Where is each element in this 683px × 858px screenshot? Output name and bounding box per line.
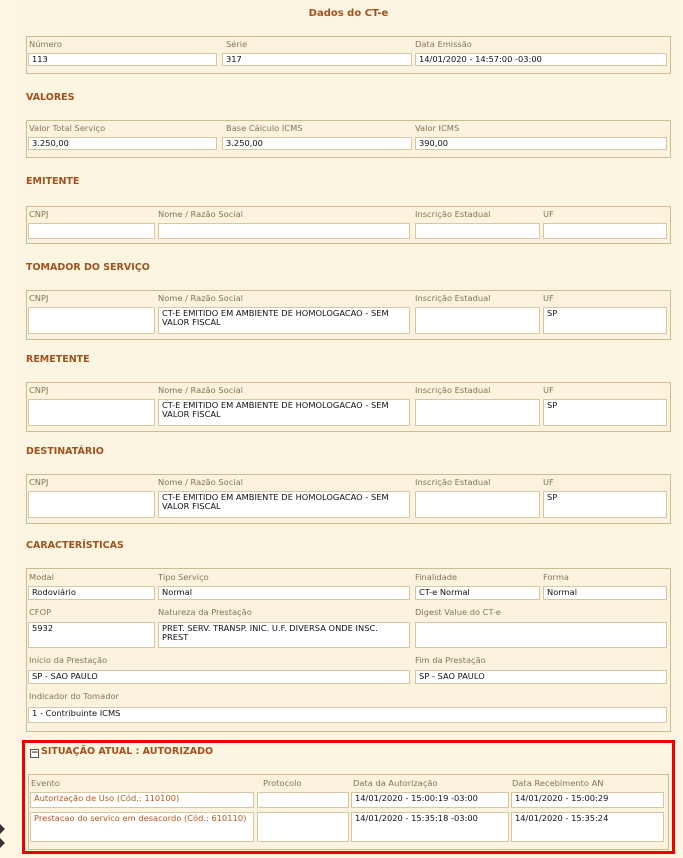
page-title: Dados do CT-e (308, 8, 389, 19)
header-ie: Inscrição Estadual (415, 209, 491, 219)
indicador-tomador-value: 1 - Contribuinte ICMS (28, 707, 667, 723)
evento-link[interactable]: Prestacao do servico em desacordo (Cód.:… (30, 812, 254, 842)
situacao-title-text: SITUAÇÃO ATUAL : AUTORIZADO (41, 746, 214, 757)
header-fim-prestacao: Fim da Prestação (415, 655, 486, 665)
header-evento: Evento (31, 778, 60, 788)
header-data-emissao: Data Emissão (415, 39, 472, 49)
tomador-nome-value: CT-E EMITIDO EM AMBIENTE DE HOMOLOGACAO … (158, 307, 410, 334)
situacao-table: Evento Protocolo Data da Autorização Dat… (28, 774, 669, 850)
emitente-table: CNPJ Nome / Razão Social Inscrição Estad… (26, 206, 671, 244)
header-modal: Modal (29, 572, 54, 582)
header-serie: Série (226, 39, 248, 49)
valor-total-value: 3.250,00 (28, 137, 217, 150)
header-base-calculo: Base Cálculo ICMS (226, 123, 303, 133)
header-digest: Digest Value do CT-e (415, 607, 501, 617)
tomador-uf-value: SP (543, 307, 667, 334)
header-cnpj: CNPJ (29, 293, 49, 303)
section-title-situacao: − SITUAÇÃO ATUAL : AUTORIZADO (30, 746, 213, 758)
remetente-table: CNPJ Nome / Razão Social Inscrição Estad… (26, 382, 671, 432)
expand-arrow-icon[interactable] (0, 838, 5, 848)
header-nome: Nome / Razão Social (158, 293, 243, 303)
valores-table: Valor Total Serviço Base Cálculo ICMS Va… (26, 120, 671, 158)
remetente-uf-value: SP (543, 399, 667, 426)
header-data-recebimento: Data Recebimento AN (512, 778, 604, 788)
section-title-tomador: TOMADOR DO SERVIÇO (26, 262, 150, 273)
forma-value: Normal (543, 586, 667, 600)
doc-info-table: Número Série Data Emissão 113 317 14/01/… (26, 36, 671, 74)
valor-icms-value: 390,00 (415, 137, 667, 150)
header-data-autorizacao: Data da Autorização (353, 778, 438, 788)
remetente-ie-value (415, 399, 540, 426)
data-emissao-value: 14/01/2020 - 14:57:00 -03:00 (415, 53, 667, 66)
header-nome: Nome / Razão Social (158, 209, 243, 219)
header-natureza: Natureza da Prestação (158, 607, 252, 617)
finalidade-value: CT-e Normal (415, 586, 540, 600)
destinatario-table: CNPJ Nome / Razão Social Inscrição Estad… (26, 474, 671, 524)
header-cfop: CFOP (29, 607, 52, 617)
destinatario-cnpj-value (28, 491, 155, 518)
fim-prestacao-value: SP - SAO PAULO (415, 670, 667, 684)
tipo-servico-value: Normal (158, 586, 410, 600)
section-title-emitente: EMITENTE (26, 176, 80, 187)
header-nome: Nome / Razão Social (158, 385, 243, 395)
header-ie: Inscrição Estadual (415, 477, 491, 487)
header-forma: Forma (543, 572, 569, 582)
header-finalidade: Finalidade (415, 572, 458, 582)
header-cnpj: CNPJ (29, 385, 49, 395)
remetente-cnpj-value (28, 399, 155, 426)
inicio-prestacao-value: SP - SAO PAULO (28, 670, 410, 684)
emitente-nome-value (158, 223, 410, 239)
remetente-nome-value: CT-E EMITIDO EM AMBIENTE DE HOMOLOGACAO … (158, 399, 410, 426)
tomador-cnpj-value (28, 307, 155, 334)
destinatario-nome-value: CT-E EMITIDO EM AMBIENTE DE HOMOLOGACAO … (158, 491, 410, 518)
emitente-cnpj-value (28, 223, 155, 239)
header-numero: Número (29, 39, 62, 49)
header-uf: UF (543, 209, 554, 219)
header-valor-total: Valor Total Serviço (29, 123, 106, 133)
caracteristicas-table: Modal Tipo Serviço Finalidade Forma Rodo… (26, 568, 671, 732)
digest-value (415, 622, 667, 648)
header-tipo-servico: Tipo Serviço (158, 572, 209, 582)
serie-value: 317 (222, 53, 412, 66)
header-cnpj: CNPJ (29, 209, 49, 219)
protocolo-value (257, 792, 349, 808)
section-title-valores: VALORES (26, 92, 75, 103)
emitente-ie-value (415, 223, 540, 239)
header-uf: UF (543, 385, 554, 395)
protocolo-value (257, 812, 349, 842)
data-recebimento-value: 14/01/2020 - 15:00:29 (511, 792, 664, 808)
collapse-toggle-icon[interactable]: − (30, 749, 39, 758)
natureza-value: PRET. SERV. TRANSP. INIC. U.F. DIVERSA O… (158, 622, 410, 648)
expand-arrow-icon[interactable] (0, 824, 5, 834)
section-title-caracteristicas: CARACTERÍSTICAS (26, 540, 124, 551)
header-ie: Inscrição Estadual (415, 293, 491, 303)
section-title-remetente: REMETENTE (26, 354, 90, 365)
data-autorizacao-value: 14/01/2020 - 15:35:18 -03:00 (351, 812, 509, 842)
base-calculo-value: 3.250,00 (222, 137, 412, 150)
header-cnpj: CNPJ (29, 477, 49, 487)
numero-value: 113 (28, 53, 217, 66)
cfop-value: 5932 (28, 622, 155, 648)
section-title-destinatario: DESTINATÁRIO (26, 446, 104, 457)
tomador-table: CNPJ Nome / Razão Social Inscrição Estad… (26, 290, 671, 340)
data-autorizacao-value: 14/01/2020 - 15:00:19 -03:00 (351, 792, 509, 808)
header-inicio-prestacao: Início da Prestação (29, 655, 108, 665)
destinatario-uf-value: SP (543, 491, 667, 518)
header-protocolo: Protocolo (263, 778, 302, 788)
evento-link[interactable]: Autorização de Uso (Cód.: 110100) (30, 792, 254, 808)
header-ie: Inscrição Estadual (415, 385, 491, 395)
modal-value: Rodoviário (28, 586, 155, 600)
page-content: Dados do CT-e Número Série Data Emissão … (20, 0, 677, 858)
emitente-uf-value (543, 223, 667, 239)
tomador-ie-value (415, 307, 540, 334)
destinatario-ie-value (415, 491, 540, 518)
header-valor-icms: Valor ICMS (415, 123, 460, 133)
header-indicador-tomador: Indicador do Tomador (29, 691, 119, 701)
header-uf: UF (543, 477, 554, 487)
header-uf: UF (543, 293, 554, 303)
header-nome: Nome / Razão Social (158, 477, 243, 487)
data-recebimento-value: 14/01/2020 - 15:35:24 (511, 812, 664, 842)
